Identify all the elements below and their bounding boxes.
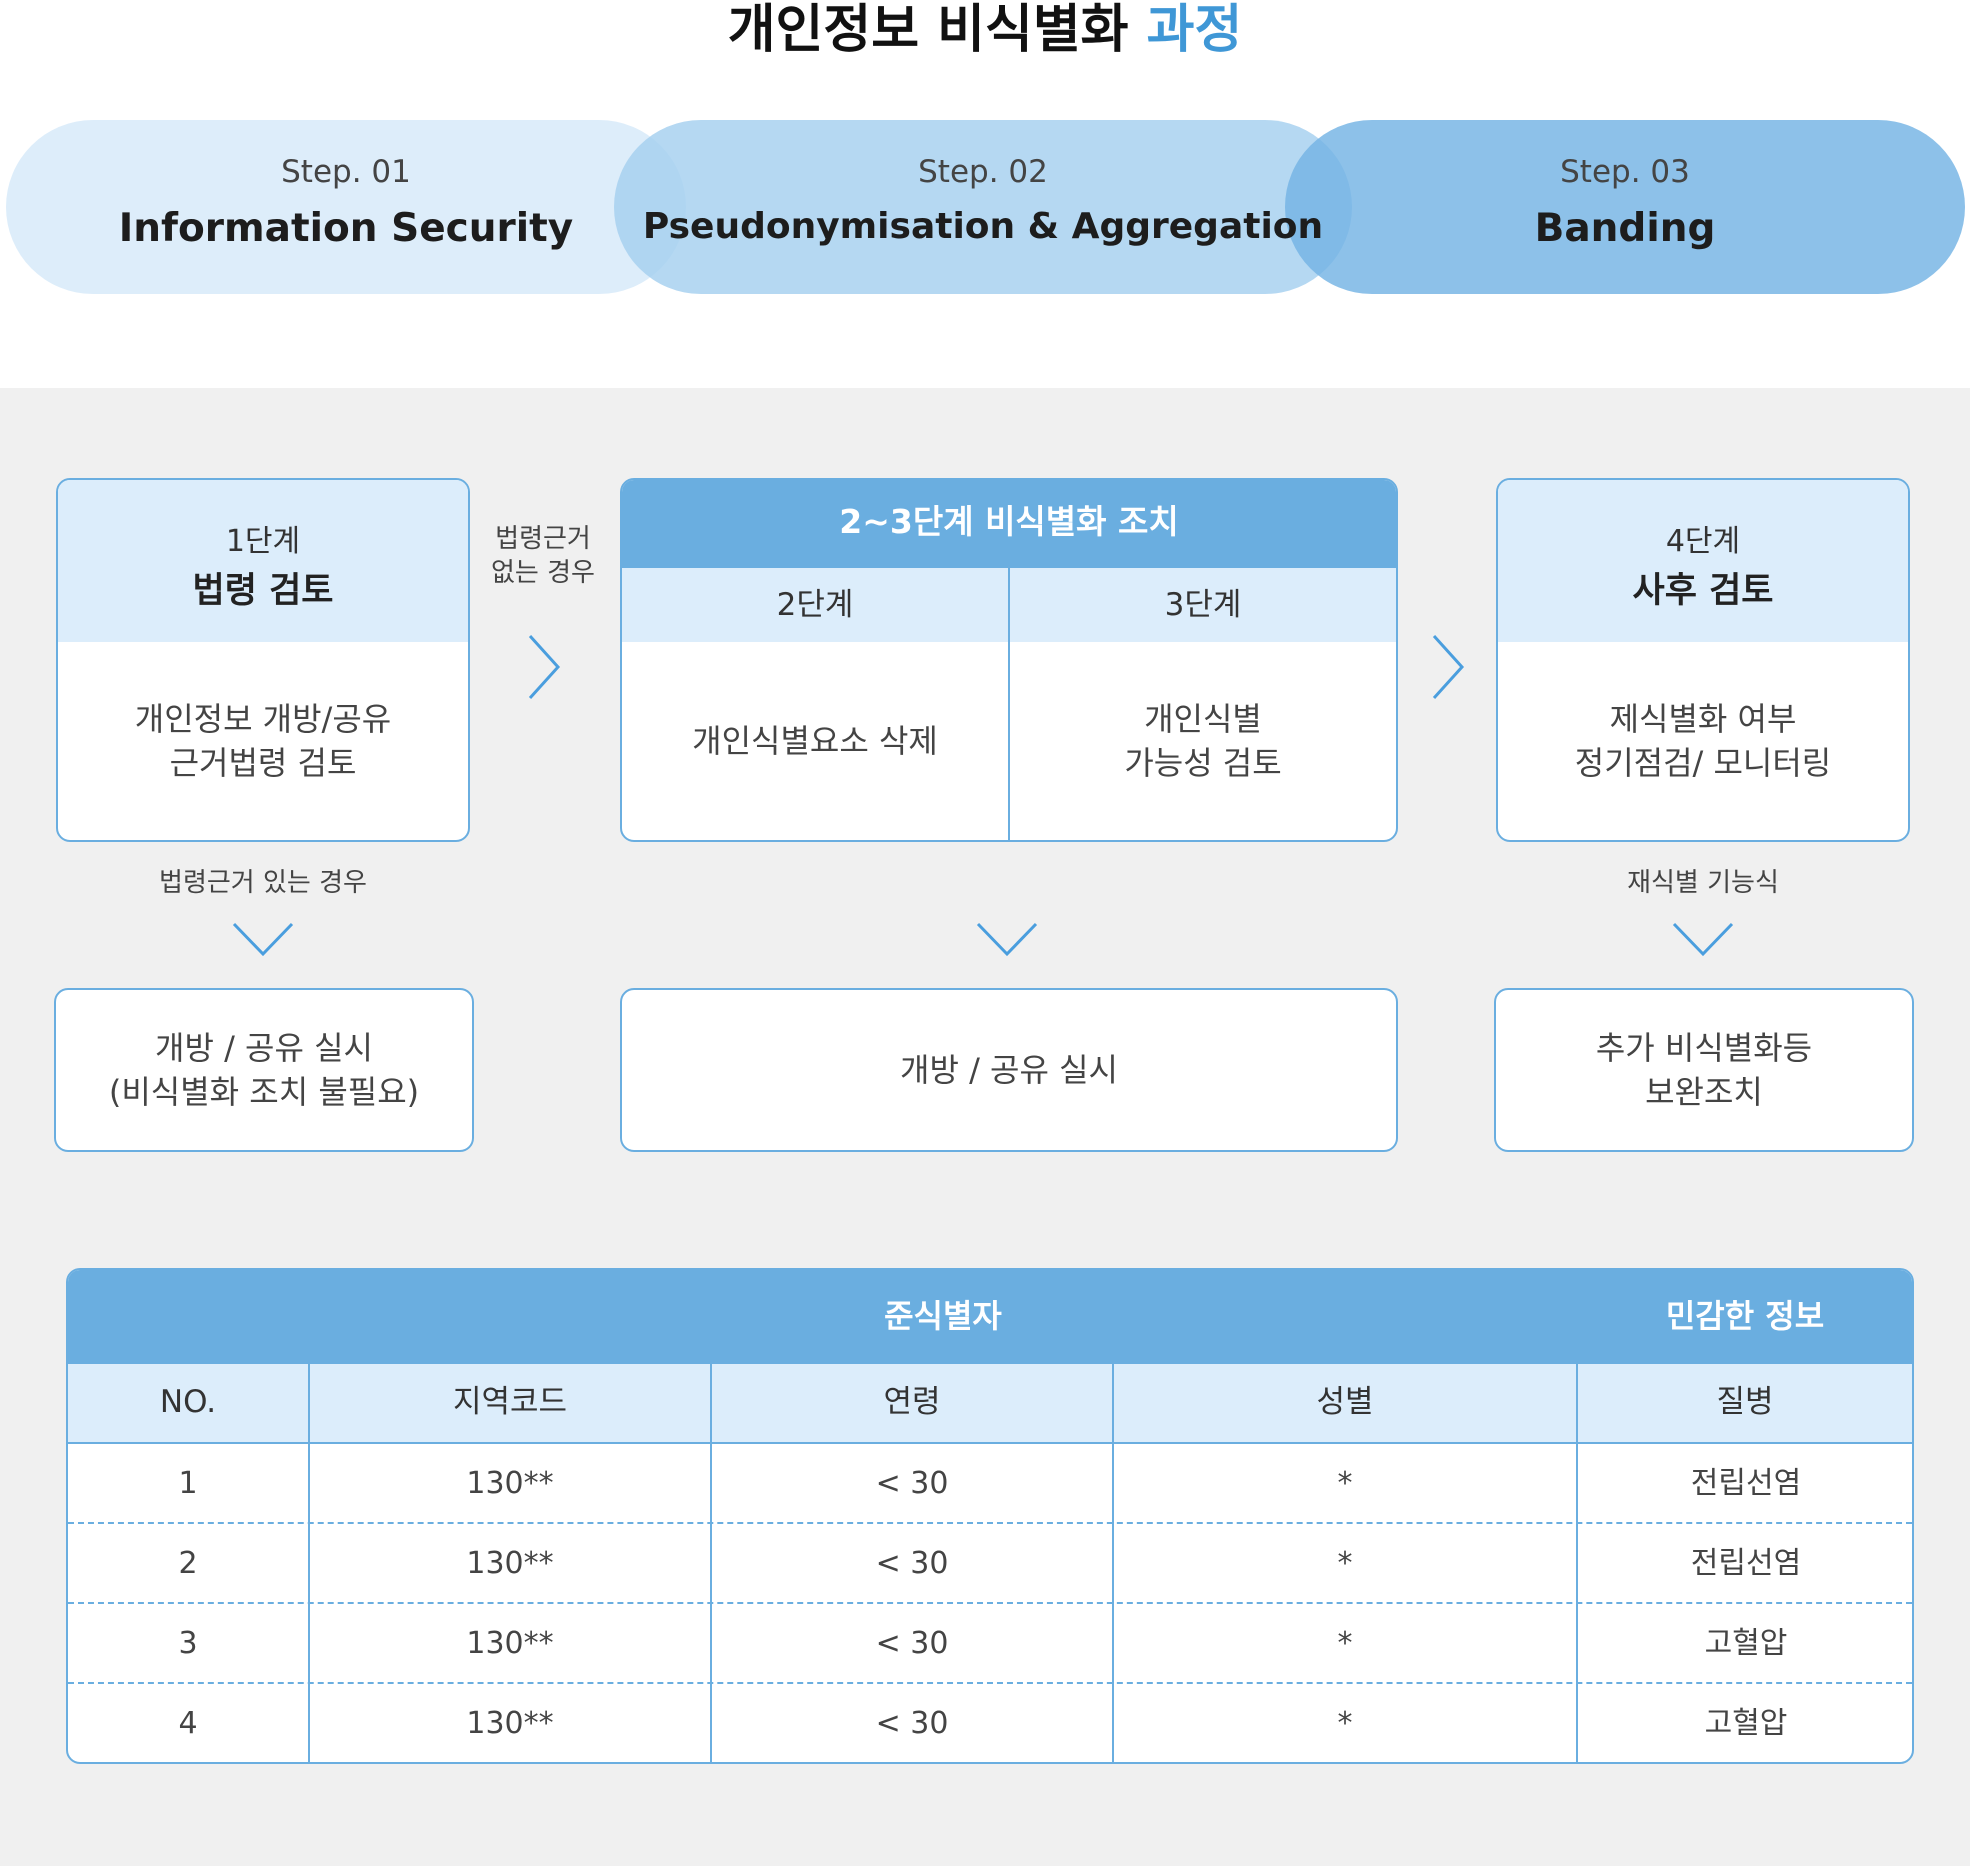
stage-1-header: 1단계 법령 검토 (58, 480, 468, 642)
step-3-name: Banding (1534, 206, 1716, 251)
cell-sex: * (1337, 1706, 1353, 1741)
cell-no: 1 (178, 1466, 198, 1501)
cell-disease: 전립선염 (1690, 1546, 1802, 1581)
cell-age: < 30 (875, 1706, 949, 1741)
stage-4-header: 4단계 사후 검토 (1498, 480, 1908, 642)
note-reidentifiable: 재식별 기능식 (1627, 868, 1779, 898)
cell-age: < 30 (875, 1546, 949, 1581)
cell-age: < 30 (875, 1626, 949, 1661)
step-2-name: Pseudonymisation & Aggregation (642, 206, 1324, 247)
cell-disease: 전립선염 (1690, 1466, 1802, 1501)
stage-3-label: 3단계 (1010, 568, 1396, 642)
note-no-legal-basis: 법령근거 없는 경우 (491, 524, 595, 588)
chevron-right-icon (524, 632, 564, 702)
cell-sex: * (1337, 1626, 1353, 1661)
column-header-no: NO. (68, 1362, 308, 1442)
cell-region: 130** (466, 1546, 554, 1581)
chevron-down-icon (974, 918, 1040, 960)
outcome-open-no-action: 개방 / 공유 실시 (비식별화 조치 불필요) (54, 988, 474, 1152)
cell-sex: * (1337, 1466, 1353, 1501)
stage-4-box: 4단계 사후 검토 제식별화 여부 정기점검/ 모니터링 (1496, 478, 1910, 842)
column-header-sex: 성별 (1114, 1362, 1576, 1442)
group-header-quasi: 준식별자 (310, 1270, 1576, 1362)
page-title: 개인정보 비식별화 과정 (0, 0, 1970, 70)
example-table: 준식별자 민감한 정보 NO. 지역코드 연령 성별 질병 1 130** < … (66, 1268, 1914, 1764)
stage-2-label: 2단계 (622, 568, 1008, 642)
cell-sex: * (1337, 1546, 1353, 1581)
step-3-number: Step. 03 (1560, 154, 1690, 190)
step-2-label: Step. 02 Pseudonymisation & Aggregation (640, 120, 1326, 294)
step-3-label: Step. 03 Banding (1285, 120, 1965, 294)
stage-4-body: 제식별화 여부 정기점검/ 모니터링 (1574, 700, 1832, 782)
column-header-region: 지역코드 (310, 1362, 710, 1442)
stage-3-body: 개인식별 가능성 검토 (1124, 700, 1282, 782)
chevron-down-icon (1670, 918, 1736, 960)
title-accent: 과정 (1146, 0, 1243, 60)
cell-region: 130** (466, 1706, 554, 1741)
step-2-number: Step. 02 (918, 154, 1048, 190)
title-main: 개인정보 비식별화 (727, 0, 1129, 60)
stage-4-title: 사후 검토 (1632, 571, 1774, 611)
cell-disease: 고혈압 (1704, 1706, 1788, 1741)
stage-2-body: 개인식별요소 삭제 (692, 722, 938, 760)
stage-2-3-title: 2~3단계 비식별화 조치 (622, 480, 1396, 568)
stage-4-label: 4단계 (1665, 524, 1741, 559)
stage-1-title: 법령 검토 (192, 571, 334, 611)
note-has-legal-basis: 법령근거 있는 경우 (159, 868, 367, 898)
step-1-name: Information Security (118, 206, 574, 251)
cell-region: 130** (466, 1626, 554, 1661)
cell-no: 4 (178, 1706, 198, 1741)
step-1-label: Step. 01 Information Security (6, 120, 686, 294)
stage-1-label: 1단계 (225, 524, 301, 559)
chevron-right-icon (1428, 632, 1468, 702)
stage-2-3-box: 2~3단계 비식별화 조치 2단계 3단계 개인식별요소 삭제 개인식별 가능성… (620, 478, 1398, 842)
stage-1-body: 개인정보 개방/공유 근거법령 검토 (134, 700, 392, 782)
column-header-disease: 질병 (1578, 1362, 1912, 1442)
stage-1-box: 1단계 법령 검토 개인정보 개방/공유 근거법령 검토 (56, 478, 470, 842)
chevron-down-icon (230, 918, 296, 960)
outcome-open: 개방 / 공유 실시 (620, 988, 1398, 1152)
column-header-age: 연령 (712, 1362, 1112, 1442)
cell-disease: 고혈압 (1704, 1626, 1788, 1661)
cell-age: < 30 (875, 1466, 949, 1501)
step-1-number: Step. 01 (281, 154, 411, 190)
header-separator (68, 1362, 1912, 1364)
outcome-additional-measures: 추가 비식별화등 보완조치 (1494, 988, 1914, 1152)
table-corner-cell (68, 1270, 308, 1362)
cell-region: 130** (466, 1466, 554, 1501)
cell-no: 3 (178, 1626, 198, 1661)
group-header-sensitive: 민감한 정보 (1578, 1270, 1912, 1362)
cell-no: 2 (178, 1546, 198, 1581)
